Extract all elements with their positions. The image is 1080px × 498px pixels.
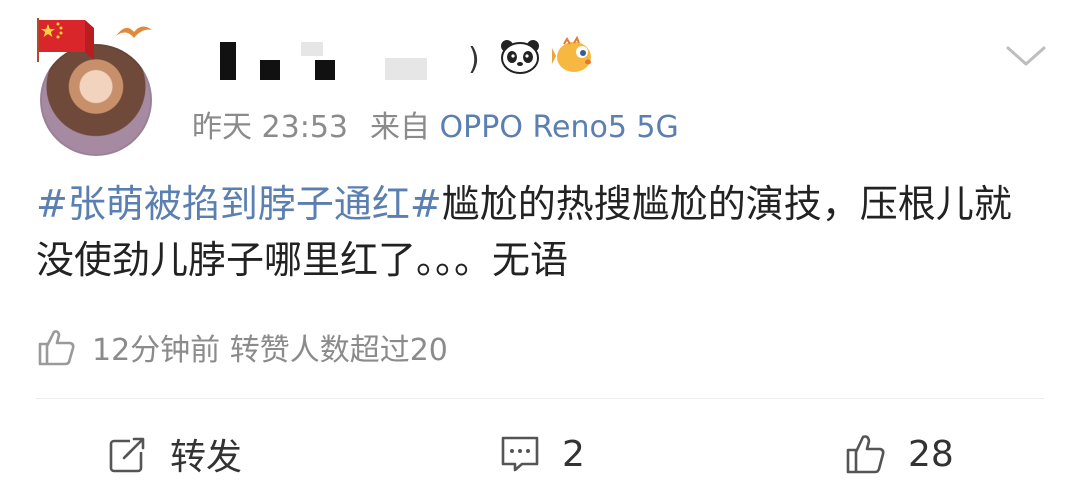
repost-button[interactable]: 转发	[106, 428, 242, 480]
post-time: 昨天 23:53	[192, 110, 348, 145]
avatar-group[interactable]	[36, 14, 160, 156]
redaction-block	[385, 58, 427, 80]
chevron-down-icon[interactable]	[1004, 42, 1048, 70]
post-source[interactable]: OPPO Reno5 5G	[440, 110, 679, 145]
username-suffix: )	[468, 42, 480, 77]
thumbs-up-icon	[38, 330, 75, 366]
redaction-block	[220, 42, 236, 80]
china-flag-icon	[37, 18, 94, 62]
post-content: #张萌被掐到脖子通红#尴尬的热搜尴尬的演技，压根儿就没使劲儿脖子哪里红了。。。无…	[36, 176, 1046, 288]
like-button[interactable]: 28	[844, 428, 954, 480]
post-meta: 昨天 23:53 来自 OPPO Reno5 5G	[192, 102, 679, 146]
like-notice: 12分钟前 转赞人数超过20	[36, 322, 448, 372]
comment-button[interactable]: 2	[498, 428, 585, 480]
like-notice-text: 12分钟前 转赞人数超过20	[92, 333, 448, 368]
panda-emoji-icon	[501, 40, 539, 74]
repost-icon	[109, 436, 148, 473]
divider	[36, 398, 1044, 399]
redaction-block	[260, 60, 280, 80]
thumbs-up-icon	[846, 435, 885, 474]
like-count: 28	[908, 433, 954, 475]
hashtag-link[interactable]: #张萌被掐到脖子通红#	[36, 182, 442, 226]
source-prefix: 来自	[370, 110, 430, 145]
pufferfish-emoji-icon	[552, 36, 591, 72]
comment-count: 2	[562, 433, 585, 475]
redaction-block	[301, 42, 323, 56]
bird-decoration-icon	[116, 26, 152, 38]
comment-icon	[501, 436, 539, 472]
redaction-block	[315, 60, 335, 80]
username-obscured[interactable]	[215, 32, 505, 82]
repost-label: 转发	[170, 437, 243, 478]
